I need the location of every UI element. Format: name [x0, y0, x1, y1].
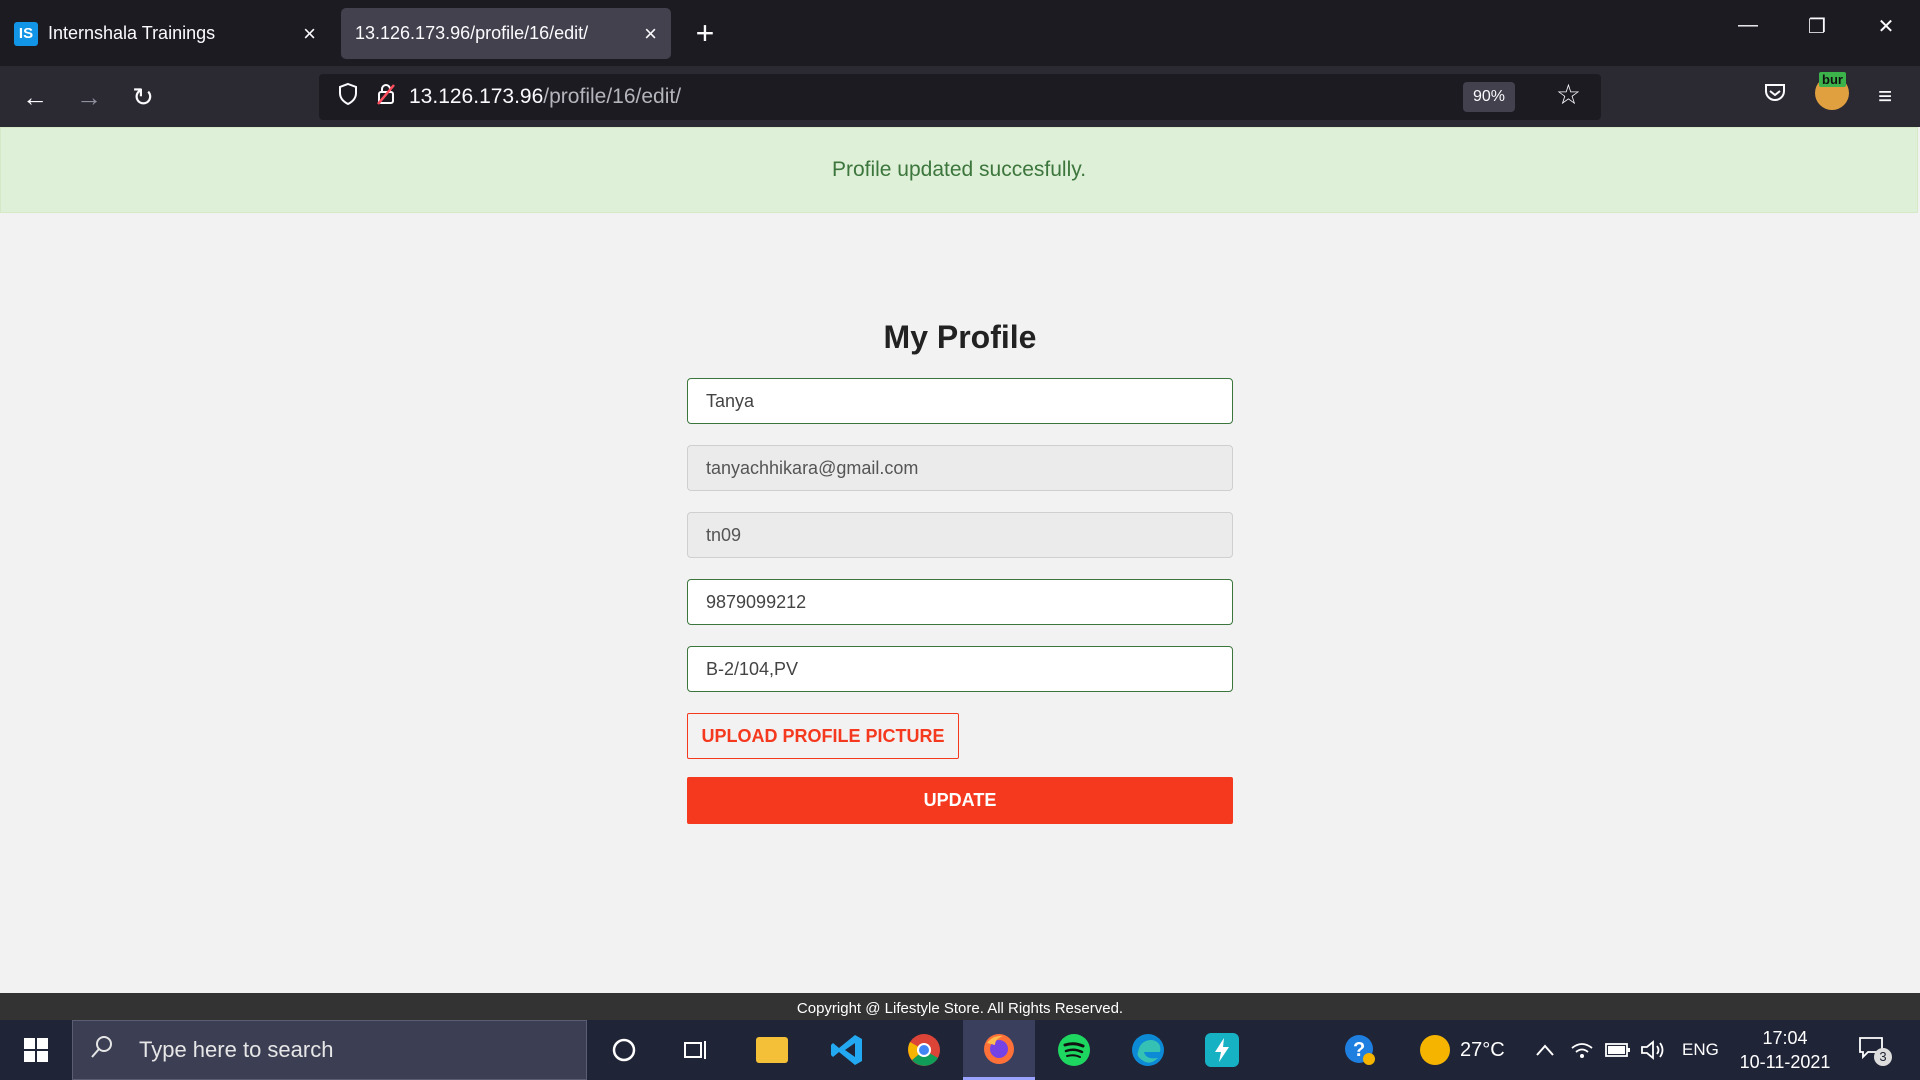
search-placeholder: Type here to search [139, 1037, 334, 1062]
weather-icon [1420, 1035, 1450, 1065]
tab-title: Internshala Trainings [48, 23, 216, 43]
new-tab-button[interactable]: + [690, 14, 720, 52]
chrome-icon[interactable] [888, 1020, 960, 1080]
search-icon [89, 1034, 119, 1067]
browser-tab-strip: IS Internshala Trainings × 13.126.173.96… [0, 0, 1920, 66]
wifi-icon[interactable] [1570, 1020, 1594, 1080]
file-explorer-icon[interactable] [736, 1020, 808, 1080]
clock-time: 17:04 [1762, 1028, 1808, 1048]
page-footer: Copyright @ Lifestyle Store. All Rights … [0, 993, 1920, 1020]
url-host: 13.126.173.96 [409, 85, 544, 108]
zoom-level-badge[interactable]: 90% [1462, 82, 1515, 112]
task-view-icon[interactable] [660, 1020, 732, 1080]
browser-nav-bar: ← → ↻ 13.126.173.96/profile/16/edit/ 90%… [0, 66, 1920, 127]
tab-title: 13.126.173.96/profile/16/edit/ [355, 23, 589, 43]
bolt-app-icon[interactable] [1186, 1020, 1258, 1080]
copyright-text: Copyright @ Lifestyle Store. All Rights … [796, 1000, 1124, 1017]
hamburger-menu-icon[interactable]: ≡ [1866, 78, 1904, 116]
address-input[interactable]: B-2/104,PV [687, 646, 1233, 692]
firefox-icon[interactable] [963, 1020, 1035, 1080]
profile-page: My Profile Tanya tanyachhikara@gmail.com… [0, 213, 1920, 993]
help-icon[interactable]: ? [1343, 1020, 1377, 1080]
back-icon[interactable]: ← [16, 78, 54, 116]
forward-icon[interactable]: → [70, 78, 108, 116]
vs-code-icon[interactable] [811, 1020, 883, 1080]
success-alert: Profile updated succesfully. [0, 127, 1918, 213]
windows-taskbar: Type here to search ? 27°C ENG 17:04 10-… [0, 1020, 1920, 1080]
windows-start-icon[interactable] [10, 1030, 60, 1070]
volume-icon[interactable] [1640, 1020, 1666, 1080]
name-input[interactable]: Tanya [687, 378, 1233, 424]
alert-message: Profile updated succesfully. [831, 158, 1087, 181]
restore-icon[interactable]: ❐ [1797, 14, 1837, 39]
minimize-icon[interactable]: — [1728, 14, 1768, 37]
close-window-icon[interactable]: ✕ [1866, 14, 1906, 39]
upload-profile-picture-button[interactable]: UPLOAD PROFILE PICTURE [687, 713, 959, 759]
url-path: /profile/16/edit/ [543, 85, 682, 108]
chevron-up-icon[interactable] [1535, 1020, 1555, 1080]
update-button[interactable]: UPDATE [687, 777, 1233, 824]
extension-icon[interactable]: bur [1815, 72, 1849, 110]
shield-icon[interactable] [333, 82, 363, 112]
clock-date: 10-11-2021 [1739, 1052, 1831, 1072]
input-language[interactable]: ENG [1682, 1020, 1719, 1080]
address-bar[interactable]: 13.126.173.96/profile/16/edit/ 90% ☆ [319, 74, 1601, 120]
reload-icon[interactable]: ↻ [124, 78, 162, 116]
close-tab-icon[interactable]: × [644, 22, 657, 45]
phone-input[interactable]: 9879099212 [687, 579, 1233, 625]
tab-profile-edit[interactable]: 13.126.173.96/profile/16/edit/ × [341, 8, 671, 59]
weather-widget[interactable]: 27°C [1420, 1020, 1505, 1080]
email-field[interactable]: tanyachhikara@gmail.com [687, 445, 1233, 491]
weather-temperature: 27°C [1460, 1038, 1505, 1061]
bookmark-star-icon[interactable]: ☆ [1556, 78, 1581, 111]
notification-center-icon[interactable]: 3 [1858, 1036, 1892, 1066]
page-title: My Profile [883, 319, 1037, 355]
username-field[interactable]: tn09 [687, 512, 1233, 558]
cortana-icon[interactable] [588, 1020, 660, 1080]
spotify-icon[interactable] [1038, 1020, 1110, 1080]
edge-icon[interactable] [1112, 1020, 1184, 1080]
tab-internshala[interactable]: IS Internshala Trainings × [0, 8, 330, 59]
url-text: 13.126.173.96/profile/16/edit/ [409, 85, 681, 109]
battery-icon[interactable] [1605, 1020, 1631, 1080]
insecure-lock-icon[interactable] [369, 82, 403, 112]
taskbar-search-box[interactable]: Type here to search [72, 1020, 587, 1080]
notification-count: 3 [1874, 1048, 1892, 1066]
close-tab-icon[interactable]: × [303, 22, 316, 45]
internshala-favicon-icon: IS [14, 21, 38, 46]
pocket-icon[interactable] [1756, 78, 1794, 116]
extension-badge: bur [1819, 72, 1846, 87]
system-clock[interactable]: 17:04 10-11-2021 [1730, 1026, 1840, 1074]
